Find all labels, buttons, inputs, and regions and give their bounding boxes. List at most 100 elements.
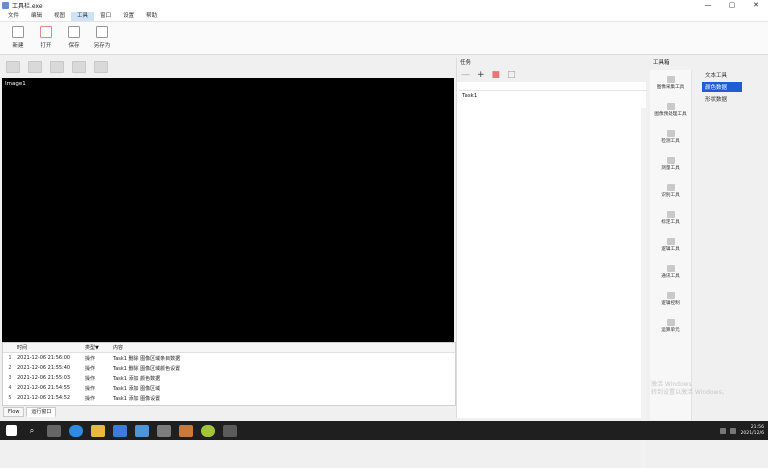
table-row[interactable]: 1 2021-12-06 21:56:00 操作 Task1 删除 图像区域条目… xyxy=(3,353,455,363)
copy-icon[interactable]: □ xyxy=(507,70,516,80)
table-row[interactable]: 5 2021-12-06 21:54:52 操作 Task1 添加 图像设置 xyxy=(3,393,455,403)
file-explorer-icon[interactable] xyxy=(91,424,105,437)
logic-icon xyxy=(666,238,675,245)
tool-item[interactable]: 识别工具 xyxy=(650,178,691,205)
image-label: Image1 xyxy=(5,81,26,87)
clock-date: 2021/12/6 xyxy=(740,430,764,436)
activation-watermark: 激活 Windows 转到设置以激活 Windows。 xyxy=(651,381,728,397)
taskbar: ⌕ 21:56 2021/12/6 xyxy=(0,421,768,440)
tool-item[interactable]: 通讯工具 xyxy=(650,259,691,286)
save-button[interactable]: 保存 xyxy=(60,22,88,54)
task-view-icon[interactable] xyxy=(47,424,61,437)
image-toolbar xyxy=(0,58,455,75)
log-header-time[interactable]: 时间 xyxy=(17,344,85,351)
maximize-button[interactable]: ▢ xyxy=(720,0,744,11)
window-titlebar: 工具栏.exe — ▢ ✕ xyxy=(0,0,768,11)
task-node-task1[interactable]: Task1 xyxy=(459,91,647,101)
open-icon xyxy=(40,26,52,38)
system-tray: 21:56 2021/12/6 xyxy=(720,425,768,437)
tool-item[interactable]: 逻辑工具 xyxy=(650,232,691,259)
save-as-button[interactable]: 另存为 xyxy=(88,22,116,54)
app-icon[interactable] xyxy=(179,424,193,437)
app-icon[interactable] xyxy=(201,424,215,437)
image-display[interactable]: Image1 xyxy=(2,78,454,342)
sort-desc-icon: ▼ xyxy=(95,345,99,351)
minimize-button[interactable]: — xyxy=(696,0,720,11)
table-row[interactable]: 4 2021-12-06 21:54:55 操作 Task1 添加 图像区域 xyxy=(3,383,455,393)
search-icon[interactable]: ⌕ xyxy=(25,425,39,437)
log-table: 时间 类型▼ 内容 1 2021-12-06 21:56:00 操作 Task1… xyxy=(2,342,456,406)
store-icon[interactable] xyxy=(113,424,127,437)
row-content: Task1 删除 图像区域条目数据 xyxy=(113,355,181,362)
tool-item[interactable]: 运算单元 xyxy=(650,313,691,340)
mail-icon[interactable] xyxy=(135,424,149,437)
task-scrollbar[interactable] xyxy=(641,108,646,468)
app-icon xyxy=(2,2,9,9)
tool-category-list: 图像采集工具 图像预处理工具 检测工具 测量工具 识别工具 标定工具 逻辑工具 … xyxy=(650,70,692,420)
row-index: 2 xyxy=(8,365,12,371)
menu-file[interactable]: 文件 xyxy=(2,12,25,21)
tool-item[interactable]: 逻辑控制 xyxy=(650,286,691,313)
save-as-label: 另存为 xyxy=(93,43,111,49)
tool-item[interactable]: 测量工具 xyxy=(650,151,691,178)
recognize-icon xyxy=(666,184,675,191)
tool-label: 逻辑控制 xyxy=(661,301,680,306)
log-header-content[interactable]: 内容 xyxy=(113,344,455,351)
log-header-type-label: 类型 xyxy=(85,345,96,351)
tool-item[interactable]: 图像预处理工具 xyxy=(650,97,691,124)
compute-icon xyxy=(666,319,675,326)
open-button[interactable]: 打开 xyxy=(32,22,60,54)
row-index: 4 xyxy=(8,385,12,391)
sub-item-color[interactable]: 颜色数据 xyxy=(702,82,742,92)
watermark-line-2: 转到设置以激活 Windows。 xyxy=(651,389,728,396)
volume-icon[interactable] xyxy=(730,427,737,434)
app-icon[interactable] xyxy=(223,424,237,437)
control-icon xyxy=(666,292,675,299)
tool-label: 图像采集工具 xyxy=(656,85,685,90)
tool-item[interactable]: 检测工具 xyxy=(650,124,691,151)
tool-item[interactable]: 图像采集工具 xyxy=(650,70,691,97)
row-content: Task1 添加 图像设置 xyxy=(113,395,161,402)
row-time: 2021-12-06 21:55:03 xyxy=(17,375,71,381)
table-row[interactable]: 3 2021-12-06 21:55:03 操作 Task1 添加 颜色数据 xyxy=(3,373,455,383)
add-icon[interactable]: + xyxy=(477,70,485,80)
tool-sub-list: 文本工具 颜色数据 形状数据 xyxy=(702,70,768,106)
row-index: 5 xyxy=(8,395,12,401)
network-icon[interactable] xyxy=(720,427,727,434)
zoom-in-icon[interactable] xyxy=(6,60,20,73)
tab-flow[interactable]: Flow xyxy=(3,407,25,417)
menu-view[interactable]: 视图 xyxy=(48,12,71,21)
table-row[interactable]: 2 2021-12-06 21:55:40 操作 Task1 删除 图像区域颜色… xyxy=(3,363,455,373)
tab-run-window[interactable]: 运行窗口 xyxy=(26,407,57,417)
fit-icon[interactable] xyxy=(50,60,64,73)
pan-icon[interactable] xyxy=(72,60,86,73)
tool-label: 图像预处理工具 xyxy=(654,112,687,117)
tool-item[interactable]: 标定工具 xyxy=(650,205,691,232)
windows-start-icon[interactable] xyxy=(6,425,17,436)
new-button[interactable]: 新建 xyxy=(4,22,32,54)
row-time: 2021-12-06 21:54:55 xyxy=(17,385,71,391)
menu-help[interactable]: 帮助 xyxy=(140,12,163,21)
sub-item-shape[interactable]: 形状数据 xyxy=(702,94,742,104)
edge-icon[interactable] xyxy=(69,424,83,437)
watermark-line-1: 激活 Windows xyxy=(651,381,692,388)
row-type: 操作 xyxy=(85,375,96,382)
menu-settings[interactable]: 设置 xyxy=(117,12,140,21)
save-as-icon xyxy=(96,26,108,38)
app-icon[interactable] xyxy=(157,424,171,437)
menu-window[interactable]: 窗口 xyxy=(94,12,117,21)
tool-label: 运算单元 xyxy=(661,328,680,333)
delete-icon[interactable]: ■ xyxy=(492,70,501,80)
menu-edit[interactable]: 编辑 xyxy=(25,12,48,21)
tool-label: 检测工具 xyxy=(661,139,680,144)
clock[interactable]: 21:56 2021/12/6 xyxy=(740,425,764,437)
log-header-type[interactable]: 类型▼ xyxy=(85,344,113,351)
row-time: 2021-12-06 21:55:40 xyxy=(17,365,71,371)
minus-icon[interactable]: — xyxy=(461,70,470,80)
menu-tools[interactable]: 工具 xyxy=(71,11,95,21)
close-button[interactable]: ✕ xyxy=(744,0,768,11)
sub-item-text[interactable]: 文本工具 xyxy=(702,70,742,80)
zoom-out-icon[interactable] xyxy=(28,60,42,73)
task-panel: 任务 — + ■ □ Task1 xyxy=(456,58,647,468)
grid-icon[interactable] xyxy=(94,60,108,73)
